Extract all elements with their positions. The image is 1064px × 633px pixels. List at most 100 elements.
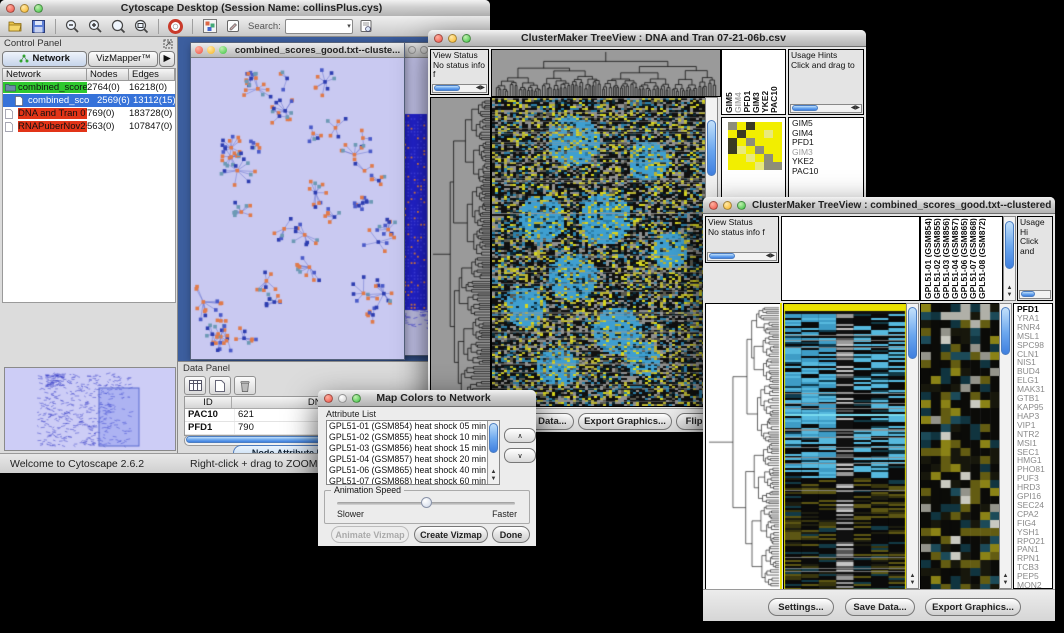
close-button[interactable]	[324, 394, 333, 403]
network-row-combined-sco-selected[interactable]: combined_sco 2569(6) 13112(15)	[3, 94, 175, 107]
toolbar-separator	[55, 19, 56, 34]
zoom-in-icon[interactable]	[86, 18, 105, 35]
col-nodes[interactable]: Nodes	[87, 69, 129, 80]
main-toolbar: Search: ▾	[0, 16, 490, 37]
tv2-labels-scrollbar[interactable]: ▲▼	[1003, 216, 1016, 301]
main-titlebar[interactable]: Cytoscape Desktop (Session Name: collins…	[0, 0, 490, 17]
array-label: PAC10	[769, 86, 778, 113]
network-row-combined-scores[interactable]: combined_scores 2764(0) 16218(0)	[3, 81, 175, 94]
zoom-button[interactable]	[352, 394, 361, 403]
zoom-button[interactable]	[737, 201, 746, 210]
move-up-button[interactable]: ∧	[504, 428, 536, 443]
move-down-button[interactable]: ∨	[504, 448, 536, 463]
open-session-icon[interactable]	[6, 18, 25, 35]
tv2-zoom-heatmap-canvas[interactable]	[920, 303, 1001, 591]
tv2-heatmap-scrollbar[interactable]: ▲▼	[906, 303, 919, 589]
help-lifering-icon[interactable]	[166, 18, 185, 35]
tv2-array-tree-panel[interactable]	[781, 216, 920, 301]
attribute-item: GPL51-04 (GSM857) heat shock 20 min	[327, 454, 499, 465]
minimize-button[interactable]	[448, 34, 457, 43]
matrix-cell	[755, 146, 764, 154]
frame-close-button[interactable]	[195, 46, 203, 54]
attribute-items[interactable]: GPL51-01 (GSM854) heat shock 05 minGPL51…	[327, 421, 499, 485]
minimize-button[interactable]	[338, 394, 347, 403]
tv2-export-graphics-button[interactable]: Export Graphics...	[925, 598, 1021, 616]
network-table-header[interactable]: Network Nodes Edges	[2, 68, 176, 81]
col-edges[interactable]: Edges	[129, 69, 175, 80]
tv1-heatmap-canvas[interactable]	[491, 97, 707, 407]
view-status-scrollbar[interactable]: ◀▶	[707, 252, 777, 261]
minimize-button[interactable]	[20, 4, 29, 13]
tv1-gene-tree-canvas[interactable]	[430, 97, 491, 407]
matrix-cell	[728, 122, 737, 130]
tab-network[interactable]: Network	[2, 51, 87, 67]
network-frame-titlebar[interactable]: combined_scores_good.txt--cluste...	[191, 43, 404, 58]
tv1-array-tree-canvas[interactable]	[491, 49, 721, 97]
network-row-rnapuber[interactable]: RNAPuberNov2+ 563(0) 107847(0)	[3, 120, 175, 133]
close-button[interactable]	[6, 4, 15, 13]
zoom-button[interactable]	[462, 34, 471, 43]
matrix-cell	[764, 154, 773, 162]
save-session-icon[interactable]	[29, 18, 48, 35]
tv2-title: ClusterMaker TreeView : combined_scores_…	[752, 200, 1055, 211]
new-attribute-icon[interactable]	[209, 376, 231, 395]
frame-minimize-button[interactable]	[207, 46, 215, 54]
frame-minimize-button[interactable]	[408, 46, 416, 54]
network-frame-main[interactable]: combined_scores_good.txt--cluste...	[190, 42, 405, 360]
usage-hints-scrollbar[interactable]	[1019, 290, 1051, 299]
attribute-list[interactable]: GPL51-01 (GSM854) heat shock 05 minGPL51…	[326, 420, 500, 485]
tv2-usage-hints-panel: Usage Hi Click and	[1017, 216, 1053, 301]
matrix-cell	[773, 138, 782, 146]
close-button[interactable]	[434, 34, 443, 43]
attribute-list-scrollbar[interactable]: ▲▼	[487, 421, 499, 484]
overview-canvas[interactable]	[5, 368, 173, 448]
close-button[interactable]	[709, 201, 718, 210]
tv2-settings-button[interactable]: Settings...	[768, 598, 834, 616]
zoom-out-icon[interactable]	[63, 18, 82, 35]
search-label: Search:	[248, 21, 281, 32]
attribute-select-icon[interactable]	[184, 376, 206, 395]
tab-vizmapper[interactable]: VizMapper™	[88, 51, 158, 67]
minimize-button[interactable]	[723, 201, 732, 210]
create-vizmap-button[interactable]: Create Vizmap	[414, 526, 488, 543]
view-status-scrollbar[interactable]: ◀▶	[432, 84, 487, 93]
col-network[interactable]: Network	[3, 69, 87, 80]
network-view-canvas[interactable]	[191, 58, 402, 358]
slider-thumb[interactable]	[421, 497, 432, 508]
tv2-titlebar[interactable]: ClusterMaker TreeView : combined_scores_…	[703, 197, 1055, 214]
annotation-icon[interactable]	[223, 18, 242, 35]
animate-vizmap-button[interactable]: Animate Vizmap	[331, 526, 409, 543]
done-button[interactable]: Done	[492, 526, 530, 543]
gene-name: PAC10	[792, 167, 863, 177]
zoom-fit-icon[interactable]	[132, 18, 151, 35]
matrix-cell	[755, 130, 764, 138]
usage-hints-scrollbar[interactable]: ◀▶	[790, 104, 862, 113]
tv2-zoom-scrollbar[interactable]: ▲▼	[999, 303, 1012, 589]
delete-attribute-icon[interactable]	[234, 376, 256, 395]
search-input[interactable]: ▾	[285, 19, 353, 34]
plugin-manager-icon[interactable]	[200, 18, 219, 35]
animation-speed-slider[interactable]	[337, 502, 515, 505]
array-label: GPL51-01 (GSM854)	[923, 218, 932, 299]
tv1-titlebar[interactable]: ClusterMaker TreeView : DNA and Tran 07-…	[428, 30, 866, 47]
frame-zoom-button[interactable]	[219, 46, 227, 54]
matrix-cell	[773, 154, 782, 162]
tv2-gene-list[interactable]: PFD1YRA1RNR4MSL1SPC98CLN1NIS1BUD4ELG1MAK…	[1013, 303, 1053, 589]
zoom-selected-icon[interactable]	[109, 18, 128, 35]
dialog-titlebar[interactable]: Map Colors to Network	[318, 390, 536, 407]
search-dropdown-icon[interactable]: ▾	[347, 22, 351, 30]
tv2-save-data-button[interactable]: Save Data...	[845, 598, 915, 616]
attr-col-id[interactable]: ID	[185, 397, 232, 408]
network-overview-panel[interactable]	[4, 367, 176, 451]
tv1-export-graphics-button[interactable]: Export Graphics...	[578, 413, 672, 430]
tv2-gene-tree-canvas[interactable]	[705, 303, 781, 591]
network-row-dna-tran[interactable]: DNA and Tran 07 769(0) 183728(0)	[3, 107, 175, 120]
tv2-heatmap-canvas[interactable]	[783, 303, 907, 591]
zoom-matrix	[728, 122, 782, 170]
float-panel-icon[interactable]	[163, 39, 173, 49]
frame-zoom-button[interactable]	[420, 46, 428, 54]
index-icon[interactable]	[357, 18, 376, 35]
zoom-button[interactable]	[34, 4, 43, 13]
map-colors-dialog: Map Colors to Network Attribute List GPL…	[318, 390, 536, 546]
tab-overflow-arrow[interactable]: ▶	[159, 51, 175, 67]
